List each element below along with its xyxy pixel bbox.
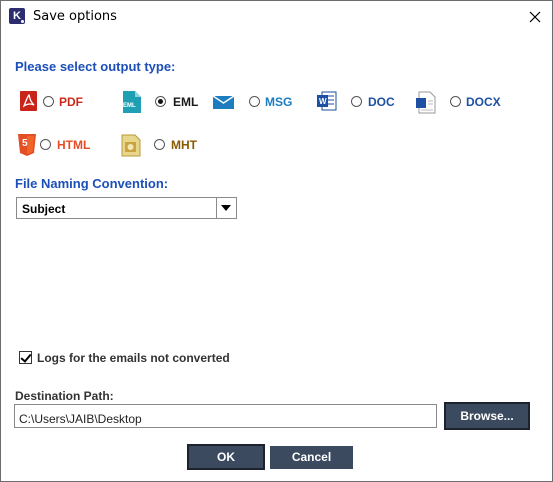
app-logo-letter: K <box>13 10 21 22</box>
radio-doc[interactable] <box>351 96 362 107</box>
destination-label: Destination Path: <box>15 389 114 403</box>
word-doc-icon: W <box>316 90 338 116</box>
option-doc-label: DOC <box>368 95 395 109</box>
save-options-dialog: K Save options Please select output type… <box>0 0 553 482</box>
option-eml-label: EML <box>173 95 199 109</box>
eml-file-icon: EML <box>122 90 144 116</box>
output-type-heading: Please select output type: <box>15 59 176 74</box>
radio-mht[interactable] <box>154 139 165 150</box>
option-mht[interactable]: MHT <box>120 133 210 159</box>
radio-eml[interactable] <box>155 96 166 107</box>
radio-docx[interactable] <box>450 96 461 107</box>
radio-html[interactable] <box>40 139 51 150</box>
app-logo-icon: K <box>9 8 25 24</box>
option-html[interactable]: 5 HTML <box>17 133 112 159</box>
html5-icon-badge: 5 <box>22 138 28 149</box>
eml-icon-badge: EML <box>123 103 136 109</box>
option-msg-label: MSG <box>265 95 293 109</box>
cancel-button[interactable]: Cancel <box>270 446 353 469</box>
title-bar: K Save options <box>1 1 552 33</box>
option-docx-label: DOCX <box>466 95 501 109</box>
naming-convention-select[interactable]: Subject <box>16 197 237 219</box>
radio-msg[interactable] <box>249 96 260 107</box>
option-eml[interactable]: EML EML <box>122 90 202 116</box>
doc-icon-badge: W <box>319 97 327 106</box>
html5-icon: 5 <box>17 133 39 159</box>
logs-checkbox[interactable] <box>19 351 32 364</box>
option-msg[interactable]: MSG <box>212 90 298 116</box>
ok-button[interactable]: OK <box>187 444 265 470</box>
option-pdf[interactable]: PDF <box>19 90 109 116</box>
mht-file-icon <box>120 133 142 159</box>
chevron-down-icon[interactable] <box>216 198 236 218</box>
close-icon[interactable] <box>523 5 547 29</box>
radio-pdf[interactable] <box>43 96 54 107</box>
browse-button[interactable]: Browse... <box>444 402 530 430</box>
option-docx[interactable]: DOCX <box>415 90 505 116</box>
naming-heading: File Naming Convention: <box>15 176 169 191</box>
option-html-label: HTML <box>57 138 91 152</box>
naming-selected-value: Subject <box>22 202 66 216</box>
option-pdf-label: PDF <box>59 95 83 109</box>
destination-path-input[interactable] <box>14 404 437 428</box>
envelope-icon <box>212 90 235 116</box>
window-title: Save options <box>33 9 117 24</box>
word-docx-icon <box>415 90 437 116</box>
pdf-file-icon <box>19 90 41 116</box>
option-mht-label: MHT <box>171 138 197 152</box>
logs-checkbox-label: Logs for the emails not converted <box>37 351 230 365</box>
option-doc[interactable]: W DOC <box>316 90 396 116</box>
